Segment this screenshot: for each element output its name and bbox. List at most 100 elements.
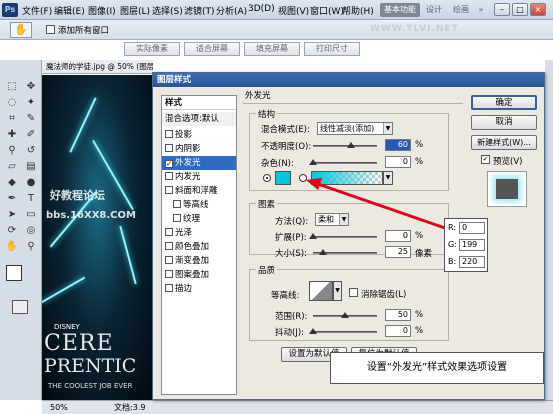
close-icon[interactable]: ×	[530, 3, 546, 16]
menu-view[interactable]: 视图(V)	[278, 4, 309, 17]
size-input[interactable]: 25	[385, 246, 411, 258]
blend-options-item[interactable]: 混合选项:默认	[162, 112, 236, 126]
menu-window[interactable]: 窗口(W)	[310, 4, 344, 17]
workspace-essentials[interactable]: 基本功能	[380, 3, 420, 17]
menu-help[interactable]: 帮助(H)	[342, 4, 374, 17]
range-input[interactable]: 50	[385, 309, 411, 321]
all-windows-checkbox[interactable]	[46, 25, 55, 34]
quick-mask-icon[interactable]	[12, 300, 28, 314]
actual-pixels-button[interactable]: 实际像素	[124, 42, 180, 56]
hand-icon[interactable]: ✋	[3, 240, 21, 254]
minimize-icon[interactable]: –	[494, 3, 510, 16]
menu-select[interactable]: 选择(S)	[152, 4, 183, 17]
eraser-icon[interactable]: ▱	[3, 160, 21, 174]
styles-header[interactable]: 样式	[162, 96, 236, 110]
style-checkbox[interactable]	[165, 270, 173, 278]
ok-button[interactable]: 确定	[471, 95, 537, 110]
path-select-icon[interactable]: ➤	[3, 208, 21, 222]
3d-orbit-icon[interactable]: ◎	[22, 224, 40, 238]
slider-knob[interactable]	[319, 249, 327, 255]
zoom-icon[interactable]: ⚲	[22, 240, 40, 254]
style-checkbox[interactable]	[165, 228, 173, 236]
foreground-color-swatch[interactable]	[6, 265, 22, 281]
menu-file[interactable]: 文件(F)	[22, 4, 52, 17]
chevron-down-icon[interactable]: ▼	[383, 171, 393, 185]
glow-color-swatch[interactable]	[275, 171, 291, 185]
workspace-painting[interactable]: 绘画	[448, 3, 474, 17]
range-slider[interactable]	[313, 312, 377, 318]
spread-slider[interactable]	[309, 233, 377, 239]
glow-gradient-picker[interactable]	[311, 171, 383, 185]
style-item-texture[interactable]: 纹理	[162, 212, 236, 226]
maximize-icon[interactable]: □	[512, 3, 528, 16]
jitter-input[interactable]: 0	[385, 325, 411, 337]
print-size-button[interactable]: 打印尺寸	[304, 42, 360, 56]
fill-screen-button[interactable]: 填充屏幕	[244, 42, 300, 56]
gradient-radio[interactable]	[299, 174, 307, 182]
cancel-button[interactable]: 取消	[471, 115, 537, 130]
chevron-down-icon[interactable]: ▼	[333, 281, 342, 301]
slider-knob[interactable]	[309, 328, 317, 334]
brush-tool-icon[interactable]: ✐	[22, 128, 40, 142]
dodge-tool-icon[interactable]: ●	[22, 176, 40, 190]
size-slider[interactable]	[313, 249, 377, 255]
opacity-input[interactable]: 60	[385, 139, 411, 151]
style-item-stroke[interactable]: 描边	[162, 282, 236, 296]
fit-screen-button[interactable]: 适合屏幕	[184, 42, 240, 56]
contour-preview[interactable]	[309, 281, 333, 301]
style-item-inner-glow[interactable]: 内发光	[162, 170, 236, 184]
style-checkbox[interactable]	[165, 172, 173, 180]
workspace-design[interactable]: 设计	[422, 3, 446, 17]
new-style-button[interactable]: 新建样式(W)...	[471, 135, 537, 150]
style-item-contour[interactable]: 等高线	[162, 198, 236, 212]
gradient-tool-icon[interactable]: ▤	[22, 160, 40, 174]
slider-knob[interactable]	[347, 142, 355, 148]
style-checkbox[interactable]	[165, 242, 173, 250]
blend-mode-select[interactable]: 线性减淡(添加) ▼	[317, 122, 393, 135]
shape-tool-icon[interactable]: ▭	[22, 208, 40, 222]
menu-edit[interactable]: 编辑(E)	[54, 4, 85, 17]
technique-select[interactable]: 柔和 ▼	[315, 213, 349, 226]
document-canvas[interactable]: 好教程论坛 bbs.16XX8.COM DISNEY CERE PRENTIC …	[42, 75, 153, 400]
style-item-inner-shadow[interactable]: 内阴影	[162, 142, 236, 156]
workspace-more-icon[interactable]: »	[476, 3, 486, 17]
healing-brush-icon[interactable]: ✚	[3, 128, 21, 142]
3d-rotate-icon[interactable]: ⟳	[3, 224, 21, 238]
style-item-drop-shadow[interactable]: 投影	[162, 128, 236, 142]
magic-wand-icon[interactable]: ✦	[22, 96, 40, 110]
zoom-level[interactable]: 50%	[50, 401, 68, 414]
menu-layer[interactable]: 图层(L)	[120, 4, 150, 17]
type-tool-icon[interactable]: T	[22, 192, 40, 206]
opacity-slider[interactable]	[313, 142, 377, 148]
style-item-outer-glow[interactable]: ✓ 外发光	[162, 156, 236, 170]
crop-tool-icon[interactable]: ⌗	[3, 112, 21, 126]
history-brush-icon[interactable]: ↺	[22, 144, 40, 158]
style-item-bevel-emboss[interactable]: 斜面和浮雕	[162, 184, 236, 198]
lasso-tool-icon[interactable]: ◌	[3, 96, 21, 110]
pen-tool-icon[interactable]: ✒	[3, 192, 21, 206]
style-item-color-overlay[interactable]: 颜色叠加	[162, 240, 236, 254]
menu-filter[interactable]: 滤镜(T)	[184, 4, 215, 17]
style-checkbox-checked[interactable]: ✓	[165, 160, 173, 168]
hand-tool-icon[interactable]: ✋	[10, 22, 32, 38]
style-checkbox[interactable]	[165, 186, 173, 194]
move-tool-icon[interactable]: ✥	[22, 80, 40, 94]
menu-3d[interactable]: 3D(D)	[248, 4, 275, 14]
style-item-gradient-overlay[interactable]: 渐变叠加	[162, 254, 236, 268]
menu-image[interactable]: 图像(I)	[88, 4, 116, 17]
eyedropper-icon[interactable]: ✎	[22, 112, 40, 126]
marquee-tool-icon[interactable]: ⬚	[3, 80, 21, 94]
antialias-checkbox[interactable]	[349, 288, 358, 297]
style-checkbox[interactable]	[165, 144, 173, 152]
preview-checkbox[interactable]: ✓	[481, 155, 490, 164]
style-checkbox[interactable]	[165, 256, 173, 264]
style-item-pattern-overlay[interactable]: 图案叠加	[162, 268, 236, 282]
style-checkbox[interactable]	[165, 130, 173, 138]
menu-analysis[interactable]: 分析(A)	[216, 4, 247, 17]
blur-tool-icon[interactable]: ◆	[3, 176, 21, 190]
document-tab[interactable]: 魔法师的学徒.jpg @ 50% (图层 1, RGB/8#)	[42, 60, 153, 74]
noise-input[interactable]: 0	[385, 156, 411, 168]
slider-knob[interactable]	[309, 233, 317, 239]
style-checkbox[interactable]	[173, 200, 181, 208]
noise-slider[interactable]	[309, 159, 377, 165]
